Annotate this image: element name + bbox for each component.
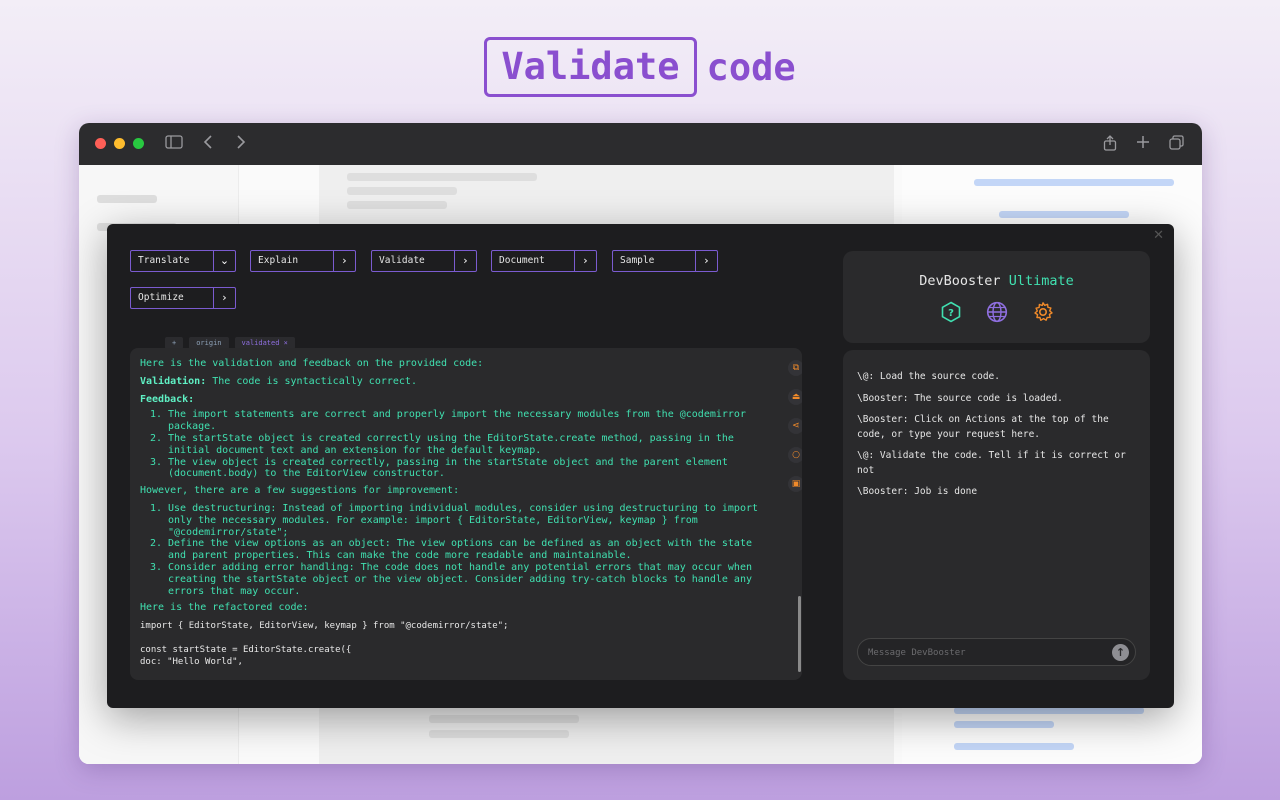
code-line: doc: "Hello World", (140, 657, 243, 668)
brand-card: DevBooster Ultimate ? (843, 251, 1150, 343)
hero-boxed-word: Validate (484, 37, 697, 97)
optimize-button[interactable]: Optimize › (130, 287, 236, 309)
copy-icon[interactable]: ⧉ (788, 360, 802, 376)
list-item: Consider adding error handling: The code… (168, 562, 760, 597)
chat-message: \@: Validate the code. Tell if it is cor… (857, 450, 1126, 476)
feedback-list: The import statements are correct and pr… (140, 409, 760, 480)
background-link (999, 211, 1129, 218)
chat-messages: \@: Load the source code. \Booster: The … (857, 370, 1139, 507)
insert-icon[interactable]: ⏏ (788, 389, 802, 405)
minimize-window-button[interactable] (114, 138, 125, 149)
title-bar (79, 123, 1202, 165)
chat-card: \@: Load the source code. \Booster: The … (843, 350, 1150, 680)
code-line: const startState = EditorState.create({ (140, 645, 352, 656)
list-item: The view object is created correctly, pa… (168, 457, 760, 481)
message-box: ↑ (857, 638, 1136, 666)
document-button[interactable]: Document › (491, 250, 597, 272)
sidebar-toggle-icon[interactable] (165, 135, 183, 153)
background-link (954, 707, 1144, 714)
close-window-button[interactable] (95, 138, 106, 149)
output-scrollbar[interactable] (798, 596, 801, 672)
list-item: Define the view options as an object: Th… (168, 538, 760, 562)
brand-icons: ? (843, 301, 1150, 323)
sample-button[interactable]: Sample › (612, 250, 718, 272)
chevron-right-icon[interactable]: › (574, 251, 596, 271)
chat-message: \Booster: Job is done (857, 486, 978, 497)
gear-icon[interactable] (1032, 301, 1054, 323)
chat-message: \@: Load the source code. (857, 371, 1000, 382)
background-text (97, 195, 157, 203)
comment-icon[interactable]: ○ (788, 447, 802, 463)
forward-icon[interactable] (236, 135, 246, 153)
list-item: The import statements are correct and pr… (168, 409, 760, 433)
suggestions-intro: However, there are a few suggestions for… (140, 485, 460, 497)
message-input[interactable] (868, 645, 1098, 660)
chevron-right-icon[interactable]: › (454, 251, 476, 271)
output-intro: Here is the validation and feedback on t… (140, 358, 484, 369)
code-line: import { EditorState, EditorView, keymap… (140, 621, 509, 632)
tab-overview-icon[interactable] (1169, 135, 1184, 154)
globe-icon[interactable] (986, 301, 1008, 323)
list-item: Use destructuring: Instead of importing … (168, 503, 760, 538)
svg-text:?: ? (948, 308, 954, 319)
close-panel-icon[interactable]: ✕ (1153, 228, 1164, 243)
refactor-intro: Here is the refactored code: (140, 602, 309, 614)
list-item: The startState object is created correct… (168, 433, 760, 457)
chevron-right-icon[interactable]: › (333, 251, 355, 271)
background-text (429, 715, 579, 723)
feedback-heading: Feedback: (140, 393, 195, 405)
send-arrow-icon[interactable]: ↑ (1112, 644, 1129, 661)
background-text (347, 173, 537, 181)
share-icon[interactable] (1103, 135, 1117, 155)
chevron-down-icon[interactable]: ⌄ (213, 251, 235, 271)
back-icon[interactable] (203, 135, 213, 153)
background-text (347, 187, 457, 195)
validation-line: Validation: The code is syntactically co… (140, 375, 417, 387)
save-icon[interactable]: ▣ (788, 476, 802, 492)
share-icon[interactable]: ⋖ (788, 418, 802, 434)
help-icon[interactable]: ? (940, 301, 962, 323)
hero-word: code (706, 45, 796, 89)
background-link (954, 721, 1054, 728)
background-link (974, 179, 1174, 186)
suggestions-list: Use destructuring: Instead of importing … (140, 503, 760, 597)
background-text (347, 201, 447, 209)
code-block: import { EditorState, EditorView, keymap… (140, 620, 760, 668)
validate-button[interactable]: Validate › (371, 250, 477, 272)
new-tab-icon[interactable] (1136, 135, 1150, 153)
background-link (954, 743, 1074, 750)
chevron-right-icon[interactable]: › (213, 288, 235, 308)
brand-title: DevBooster Ultimate (919, 273, 1074, 289)
translate-button[interactable]: Translate ⌄ (130, 250, 236, 272)
output-card: Here is the validation and feedback on t… (130, 348, 802, 680)
devbooster-panel: ✕ Translate ⌄ Explain › Validate › Docum… (107, 224, 1174, 708)
background-text (429, 730, 569, 738)
zoom-window-button[interactable] (133, 138, 144, 149)
explain-button[interactable]: Explain › (250, 250, 356, 272)
chat-message: \Booster: Click on Actions at the top of… (857, 414, 1109, 440)
chat-message: \Booster: The source code is loaded. (857, 392, 1063, 404)
chevron-right-icon[interactable]: › (695, 251, 717, 271)
output-text: Here is the validation and feedback on t… (140, 358, 760, 668)
hero-heading: Validate code (0, 37, 1280, 97)
